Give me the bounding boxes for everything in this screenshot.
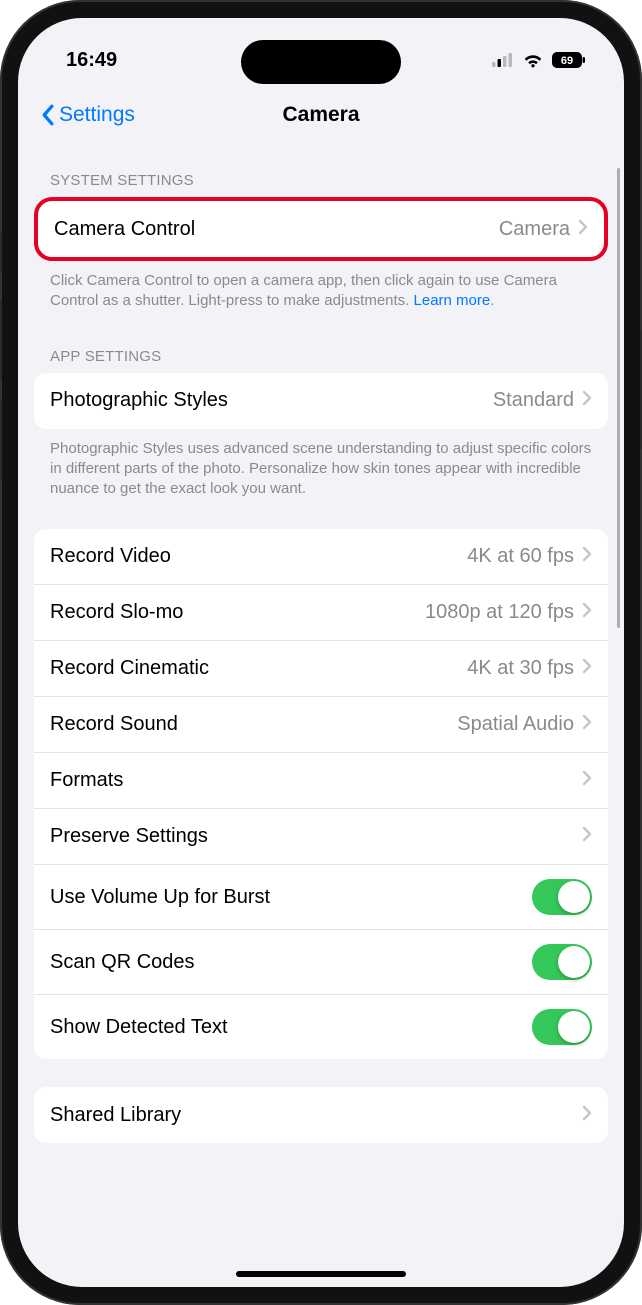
mute-switch: [0, 230, 2, 274]
wifi-icon: [522, 52, 544, 68]
row-record-cinematic[interactable]: Record Cinematic 4K at 30 fps: [34, 641, 608, 697]
section-header-system: System Settings: [18, 142, 624, 197]
chevron-right-icon: [582, 390, 592, 411]
row-scan-qr: Scan QR Codes: [34, 930, 608, 995]
row-label: Use Volume Up for Burst: [50, 886, 532, 909]
row-value: Spatial Audio: [457, 713, 574, 736]
row-camera-control[interactable]: Camera Control Camera: [38, 201, 604, 257]
row-record-video[interactable]: Record Video 4K at 60 fps: [34, 529, 608, 585]
status-time: 16:49: [66, 49, 117, 72]
row-value: Standard: [493, 389, 574, 412]
toggle-detected-text[interactable]: [532, 1009, 592, 1045]
row-label: Record Cinematic: [50, 657, 467, 680]
row-value: 4K at 30 fps: [467, 657, 574, 680]
row-value: 1080p at 120 fps: [425, 601, 574, 624]
device-frame: 16:49 69 Settings Camera: [0, 0, 642, 1305]
section-header-app: App Settings: [18, 318, 624, 373]
home-indicator[interactable]: [236, 1271, 406, 1277]
photographic-styles-card: Photographic Styles Standard: [34, 373, 608, 429]
page-title: Camera: [282, 103, 359, 127]
chevron-right-icon: [582, 658, 592, 679]
row-label: Preserve Settings: [50, 825, 582, 848]
row-formats[interactable]: Formats: [34, 753, 608, 809]
shared-library-card: Shared Library: [34, 1087, 608, 1143]
chevron-right-icon: [582, 1105, 592, 1126]
back-button[interactable]: Settings: [40, 103, 135, 127]
volume-up-button: [0, 300, 2, 380]
dynamic-island: [241, 40, 401, 84]
learn-more-link[interactable]: Learn more: [414, 292, 491, 309]
scroll-indicator: [617, 168, 620, 628]
row-value: 4K at 60 fps: [467, 545, 574, 568]
row-record-slomo[interactable]: Record Slo-mo 1080p at 120 fps: [34, 585, 608, 641]
row-detected-text: Show Detected Text: [34, 995, 608, 1059]
chevron-right-icon: [582, 714, 592, 735]
row-label: Record Video: [50, 545, 467, 568]
system-footer: Click Camera Control to open a camera ap…: [18, 261, 624, 318]
toggle-knob: [558, 1011, 590, 1043]
chevron-right-icon: [582, 826, 592, 847]
footer-period: .: [490, 292, 494, 309]
row-label: Formats: [50, 769, 582, 792]
back-label: Settings: [59, 103, 135, 127]
chevron-right-icon: [582, 602, 592, 623]
row-photographic-styles[interactable]: Photographic Styles Standard: [34, 373, 608, 429]
chevron-left-icon: [40, 104, 55, 126]
row-volume-up-burst: Use Volume Up for Burst: [34, 865, 608, 930]
app-footer: Photographic Styles uses advanced scene …: [18, 429, 624, 506]
row-record-sound[interactable]: Record Sound Spatial Audio: [34, 697, 608, 753]
row-label: Camera Control: [54, 218, 499, 241]
toggle-volume-burst[interactable]: [532, 879, 592, 915]
row-label: Photographic Styles: [50, 389, 493, 412]
volume-down-button: [0, 400, 2, 480]
chevron-right-icon: [582, 770, 592, 791]
row-value: Camera: [499, 218, 570, 241]
chevron-right-icon: [582, 546, 592, 567]
row-label: Show Detected Text: [50, 1016, 532, 1039]
screen: 16:49 69 Settings Camera: [18, 18, 624, 1287]
row-label: Shared Library: [50, 1104, 582, 1127]
svg-text:69: 69: [561, 55, 573, 67]
camera-control-card: Camera Control Camera: [34, 197, 608, 261]
camera-options-card: Record Video 4K at 60 fps Record Slo-mo …: [34, 529, 608, 1059]
row-label: Record Sound: [50, 713, 457, 736]
navigation-bar: Settings Camera: [18, 88, 624, 142]
chevron-right-icon: [578, 219, 588, 240]
row-preserve-settings[interactable]: Preserve Settings: [34, 809, 608, 865]
battery-icon: 69: [552, 52, 586, 68]
toggle-scan-qr[interactable]: [532, 944, 592, 980]
row-label: Scan QR Codes: [50, 951, 532, 974]
toggle-knob: [558, 946, 590, 978]
cellular-signal-icon: [492, 53, 514, 67]
row-label: Record Slo-mo: [50, 601, 425, 624]
row-shared-library[interactable]: Shared Library: [34, 1087, 608, 1143]
content-scroll[interactable]: System Settings Camera Control Camera Cl…: [18, 142, 624, 1287]
toggle-knob: [558, 881, 590, 913]
